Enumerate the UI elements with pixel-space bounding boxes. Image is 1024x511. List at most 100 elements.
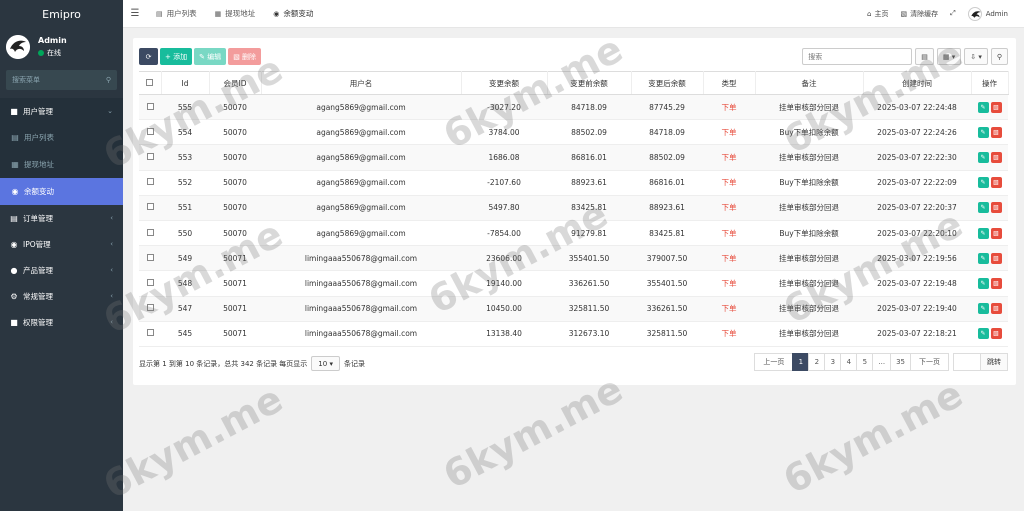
prev-page-button[interactable]: 上一页 [754, 353, 794, 371]
row-edit-button[interactable]: ✎ [977, 177, 989, 189]
advanced-search-button[interactable]: ⚲ [990, 48, 1008, 65]
row-edit-button[interactable]: ✎ [977, 252, 989, 264]
row-edit-button[interactable]: ✎ [977, 227, 989, 239]
row-delete-button[interactable]: ▧ [990, 252, 1002, 264]
sidebar-item-order-management[interactable]: ▤ 订单管理 ‹ [0, 205, 123, 231]
column-header[interactable]: 用户名 [261, 71, 462, 95]
table-row[interactable]: 547 50071 limingaaa550678@gmail.com 10450.0… [139, 296, 1008, 322]
row-delete-button[interactable]: ▧ [990, 126, 1002, 138]
row-delete-button[interactable]: ▧ [990, 202, 1002, 214]
column-header[interactable]: 会员ID [209, 71, 262, 95]
table-row[interactable]: 550 50070 agang5869@gmail.com -7854.00 91279… [139, 220, 1008, 247]
row-checkbox[interactable] [139, 270, 161, 297]
table-cell: 86816.01 [547, 144, 631, 171]
row-checkbox[interactable] [139, 321, 161, 347]
sidebar-item-general-management[interactable]: ⚙ 常规管理 ‹ [0, 283, 123, 309]
row-delete-button[interactable]: ▧ [990, 303, 1002, 315]
fullscreen-icon[interactable]: ⤢ [944, 9, 962, 18]
table-row[interactable]: 549 50071 limingaaa550678@gmail.com 23606.0… [139, 245, 1008, 272]
row-edit-button[interactable]: ✎ [977, 328, 989, 340]
table-cell: 下单 [703, 321, 755, 347]
clear-cache-button[interactable]: ▧ 清除缓存 [894, 9, 944, 19]
menu-toggle-icon[interactable]: ☰ [123, 8, 147, 19]
jump-page-input[interactable] [953, 353, 981, 371]
row-edit-button[interactable]: ✎ [977, 202, 989, 214]
row-checkbox[interactable] [139, 245, 161, 272]
row-delete-button[interactable]: ▧ [990, 328, 1002, 340]
watermark: 6kym.me [776, 371, 970, 503]
page-button[interactable]: 4 [840, 353, 858, 371]
edit-button[interactable]: ✎ 编辑 [194, 48, 227, 65]
table-cell: 86816.01 [631, 170, 703, 196]
table-cell: 88502.09 [631, 144, 703, 171]
row-checkbox[interactable] [139, 119, 161, 146]
table-search-input[interactable] [802, 48, 913, 65]
columns-dropdown-button[interactable]: ▦ ▾ [936, 48, 962, 65]
sidebar-item-withdraw-address[interactable]: ▦ 提现地址 [0, 151, 123, 178]
next-page-button[interactable]: 下一页 [910, 353, 949, 371]
list-icon: ▤ [156, 9, 163, 18]
row-checkbox[interactable] [139, 144, 161, 171]
row-delete-button[interactable]: ▧ [990, 227, 1002, 239]
grid-icon: ▦ [942, 52, 950, 61]
sidebar-item-user-list[interactable]: ▤ 用户列表 [0, 124, 123, 151]
table-row[interactable]: 551 50070 agang5869@gmail.com 5497.80 83425.… [139, 195, 1008, 221]
table-row[interactable]: 553 50070 agang5869@gmail.com 1686.08 86816.… [139, 144, 1008, 171]
export-dropdown-button[interactable]: ⇩ ▾ [964, 48, 988, 65]
delete-button[interactable]: ▧ 删除 [228, 48, 262, 65]
table-row[interactable]: 552 50070 agang5869@gmail.com -2107.60 88923… [139, 170, 1008, 196]
row-edit-button[interactable]: ✎ [977, 151, 989, 163]
row-delete-button[interactable]: ▧ [990, 277, 1002, 289]
column-header[interactable]: 备注 [755, 71, 864, 95]
row-delete-button[interactable]: ▧ [990, 151, 1002, 163]
select-all-checkbox[interactable] [139, 71, 162, 95]
table-row[interactable]: 545 50071 limingaaa550678@gmail.com 13138.4… [139, 321, 1008, 347]
table-row[interactable]: 548 50071 limingaaa550678@gmail.com 19140.0… [139, 270, 1008, 297]
column-header[interactable]: 类型 [703, 71, 756, 95]
home-link[interactable]: ⌂ 主页 [861, 9, 894, 19]
page-button[interactable]: 35 [890, 353, 911, 371]
tab-balance-change[interactable]: ◉ 余额变动 [264, 0, 322, 28]
user-menu[interactable]: Admin [962, 6, 1014, 21]
menu-search-input[interactable]: 搜索菜单 ⚲ [6, 70, 117, 90]
tab-withdraw-address[interactable]: ▦ 提现地址 [206, 0, 265, 28]
row-edit-button[interactable]: ✎ [977, 277, 989, 289]
sidebar-item-user-management[interactable]: ■ 用户管理 ⌄ [0, 98, 123, 124]
row-edit-button[interactable]: ✎ [977, 126, 989, 138]
row-checkbox[interactable] [139, 296, 161, 322]
table-header-row: Id 会员ID 用户名 变更余额 变更前余额 变更后余额 类型 备注 创建时间 … [139, 71, 1009, 95]
row-actions: ✎ ▧ [971, 144, 1008, 171]
table-cell: 325811.50 [631, 321, 703, 347]
page-button[interactable]: 2 [808, 353, 826, 371]
sidebar-item-ipo-management[interactable]: ◉ IPO管理 ‹ [0, 231, 123, 257]
row-delete-button[interactable]: ▧ [990, 177, 1002, 189]
sidebar-item-product-management[interactable]: ● 产品管理 ‹ [0, 257, 123, 283]
page-size-select[interactable]: 10 ▾ [311, 356, 340, 371]
page-button[interactable]: 3 [824, 353, 842, 371]
table-cell: Buy下单扣除余额 [755, 119, 863, 146]
column-header[interactable]: 变更余额 [461, 71, 548, 95]
table-row[interactable]: 555 50070 agang5869@gmail.com -3027.20 84718… [139, 94, 1008, 121]
page-button[interactable]: 5 [856, 353, 874, 371]
jump-button[interactable]: 跳转 [980, 353, 1008, 371]
sidebar-item-permission-management[interactable]: ■ 权限管理 ‹ [0, 309, 123, 335]
row-checkbox[interactable] [139, 220, 161, 247]
table-view-icon[interactable]: ▤ [915, 48, 934, 65]
table-row[interactable]: 554 50070 agang5869@gmail.com 3784.00 88502.… [139, 119, 1008, 146]
column-header[interactable]: 变更前余额 [547, 71, 632, 95]
column-header[interactable]: Id [161, 71, 210, 95]
row-edit-button[interactable]: ✎ [977, 101, 989, 113]
column-header[interactable]: 创建时间 [863, 71, 972, 95]
add-button[interactable]: + 添加 [160, 48, 193, 65]
row-checkbox[interactable] [139, 94, 161, 121]
row-delete-button[interactable]: ▧ [990, 101, 1002, 113]
refresh-button[interactable]: ⟳ [139, 48, 158, 65]
column-header[interactable]: 变更后余额 [631, 71, 704, 95]
row-checkbox[interactable] [139, 195, 161, 221]
row-edit-button[interactable]: ✎ [977, 303, 989, 315]
page-button[interactable]: 1 [792, 353, 810, 371]
row-checkbox[interactable] [139, 170, 161, 196]
sidebar-item-balance-change[interactable]: ◉ 余额变动 [0, 178, 123, 205]
brand-logo[interactable]: Emipro [0, 0, 123, 28]
tab-user-list[interactable]: ▤ 用户列表 [147, 0, 206, 28]
